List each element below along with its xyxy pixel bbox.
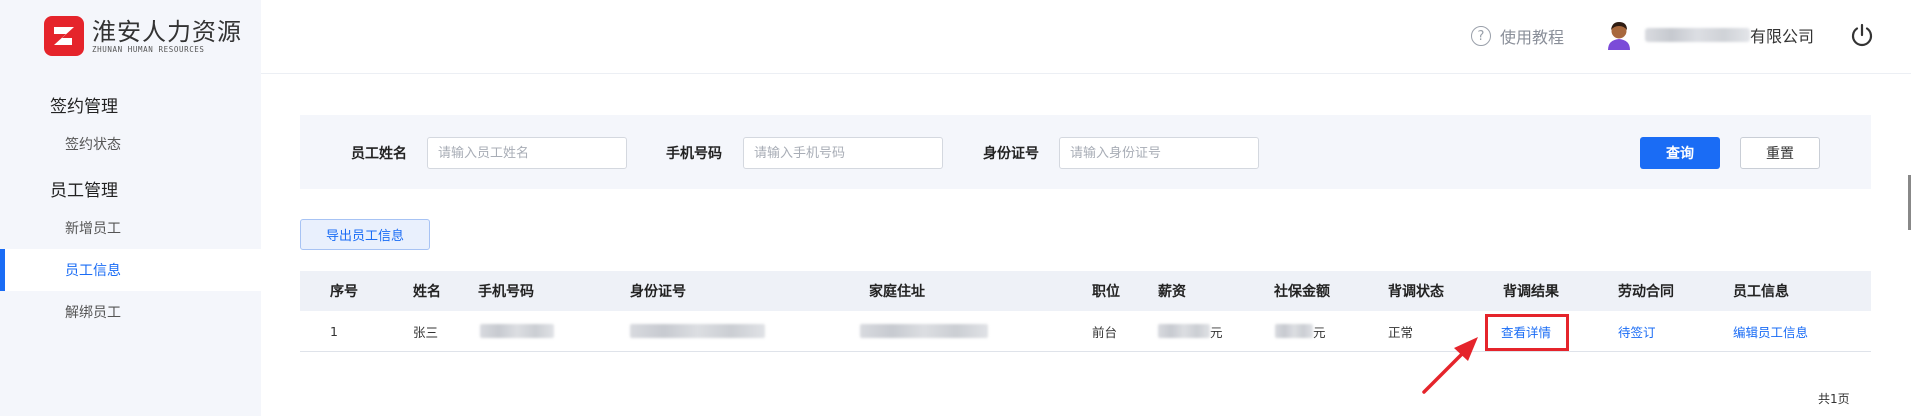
sidebar-item-unbind-employee[interactable]: 解绑员工 [0, 291, 261, 333]
question-circle-icon: ? [1471, 26, 1491, 46]
table-header: 序号 姓名 手机号码 身份证号 家庭住址 职位 薪资 社保金额 背调状态 背调结… [300, 271, 1871, 311]
edit-employee-link[interactable]: 编辑员工信息 [1733, 311, 1808, 351]
insurance-unit: 元 [1313, 324, 1326, 340]
column-header: 职位 [1092, 284, 1120, 300]
logo-mark-icon [44, 16, 84, 56]
column-header: 社保金额 [1274, 284, 1330, 300]
column-header: 姓名 [413, 284, 441, 300]
help-link[interactable]: ? 使用教程 [1471, 24, 1564, 48]
id-filter-label: 身份证号 [983, 146, 1039, 162]
column-header: 薪资 [1158, 284, 1186, 300]
id-search-input[interactable] [1059, 137, 1259, 169]
cell-insurance: 元 [1275, 311, 1326, 351]
name-search-input[interactable] [427, 137, 627, 169]
sidebar: 淮安人力资源 ZHUNAN HUMAN RESOURCES 签约管理 签约状态 … [0, 0, 261, 416]
column-header: 劳动合同 [1618, 284, 1674, 300]
phone-filter-label: 手机号码 [666, 146, 722, 162]
column-header: 家庭住址 [869, 284, 925, 300]
table-row: 1 张三 前台 元 元 正常 查看详情 待签订 编辑员工信息 [300, 311, 1871, 352]
column-header: 身份证号 [630, 284, 686, 300]
column-header: 手机号码 [478, 284, 534, 300]
name-filter-label: 员工姓名 [351, 146, 407, 162]
sidebar-item-label: 签约状态 [65, 137, 121, 153]
column-header: 背调状态 [1388, 284, 1444, 300]
logo[interactable]: 淮安人力资源 ZHUNAN HUMAN RESOURCES [44, 16, 242, 56]
logo-title: 淮安人力资源 [92, 17, 242, 46]
cell-salary: 元 [1158, 311, 1223, 351]
employee-table: 序号 姓名 手机号码 身份证号 家庭住址 职位 薪资 社保金额 背调状态 背调结… [300, 271, 1871, 352]
column-header: 员工信息 [1733, 284, 1789, 300]
sidebar-item-label: 新增员工 [65, 221, 121, 237]
cell-index: 1 [330, 323, 338, 339]
logo-subtitle: ZHUNAN HUMAN RESOURCES [92, 44, 205, 54]
search-button[interactable]: 查询 [1640, 137, 1720, 169]
cell-address-redacted [860, 311, 988, 351]
cell-id-redacted [630, 311, 765, 351]
pagination-total: 共1页 [1818, 392, 1850, 406]
cell-position: 前台 [1092, 324, 1118, 340]
column-header: 序号 [330, 284, 358, 300]
nav-group-signing: 签约管理 [50, 97, 118, 117]
sidebar-item-label: 员工信息 [65, 263, 121, 279]
nav-group-employee: 员工管理 [50, 181, 118, 201]
annotation-arrow-icon [1422, 337, 1478, 394]
phone-search-input[interactable] [743, 137, 943, 169]
reset-button[interactable]: 重置 [1740, 137, 1820, 169]
top-header: ? 使用教程 有限公司 [261, 0, 1911, 74]
power-icon[interactable] [1849, 22, 1875, 48]
user-menu[interactable]: 有限公司 [1605, 20, 1814, 50]
filter-panel: 员工姓名 手机号码 身份证号 查询 重置 [300, 115, 1871, 189]
sidebar-item-label: 解绑员工 [65, 305, 121, 321]
column-header: 背调结果 [1503, 284, 1559, 300]
annotation-highlight-box [1485, 314, 1569, 351]
avatar-icon [1605, 20, 1633, 50]
export-employee-button[interactable]: 导出员工信息 [300, 219, 430, 250]
sidebar-item-signing-status[interactable]: 签约状态 [0, 123, 261, 165]
sidebar-item-add-employee[interactable]: 新增员工 [0, 207, 261, 249]
cell-phone-redacted [480, 311, 554, 351]
contract-pending-link[interactable]: 待签订 [1618, 311, 1656, 351]
sidebar-item-employee-info[interactable]: 员工信息 [0, 249, 261, 291]
company-name-suffix: 有限公司 [1750, 27, 1815, 46]
salary-unit: 元 [1210, 324, 1223, 340]
cell-name: 张三 [413, 324, 439, 340]
help-label: 使用教程 [1500, 28, 1565, 47]
company-name-redacted [1645, 28, 1750, 42]
